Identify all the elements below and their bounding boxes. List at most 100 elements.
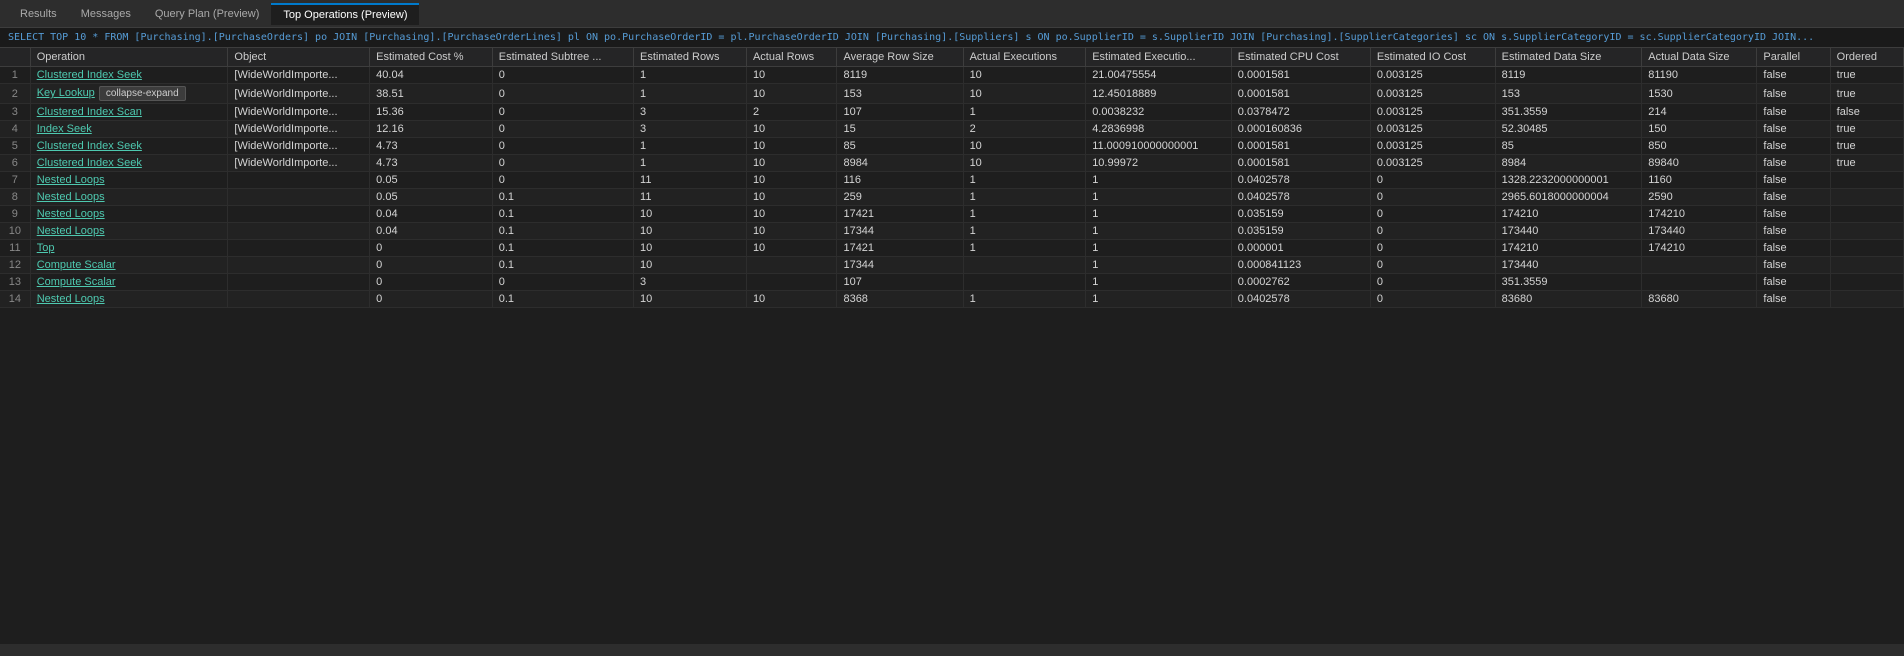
est-data-cell: 153 [1495,84,1642,104]
ordered-cell [1830,206,1903,223]
avg-row-size-cell: 15 [837,121,963,138]
actual-data-cell: 173440 [1642,223,1757,240]
col-object: Object [228,48,370,67]
est-rows-cell: 3 [634,274,747,291]
operation-link[interactable]: Nested Loops [37,191,105,203]
est-subtree-cell: 0 [492,155,633,172]
scrollbar[interactable] [0,644,1904,656]
operation-cell[interactable]: Clustered Index Seek [30,67,228,84]
operation-link[interactable]: Key Lookup [37,87,95,99]
row-num: 11 [0,240,30,257]
operation-cell[interactable]: Nested Loops [30,206,228,223]
avg-row-size-cell: 259 [837,189,963,206]
col-est-exec: Estimated Executio... [1086,48,1232,67]
operation-link[interactable]: Index Seek [37,123,92,135]
col-actual-exec: Actual Executions [963,48,1086,67]
actual-rows-cell: 10 [746,155,837,172]
actual-exec-cell [963,257,1086,274]
col-ordered: Ordered [1830,48,1903,67]
operation-link[interactable]: Compute Scalar [37,276,116,288]
operation-link[interactable]: Compute Scalar [37,259,116,271]
object-cell: [WideWorldImporte... [228,138,370,155]
col-parallel: Parallel [1757,48,1830,67]
est-cpu-cell: 0.035159 [1231,223,1370,240]
est-exec-cell: 10.99972 [1086,155,1232,172]
est-cpu-cell: 0.000001 [1231,240,1370,257]
actual-rows-cell [746,274,837,291]
actual-exec-cell: 10 [963,155,1086,172]
est-exec-cell: 1 [1086,257,1232,274]
row-num: 5 [0,138,30,155]
row-num: 2 [0,84,30,104]
operation-link[interactable]: Nested Loops [37,208,105,220]
object-cell [228,206,370,223]
ordered-cell [1830,172,1903,189]
est-cpu-cell: 0.035159 [1231,206,1370,223]
col-est-data: Estimated Data Size [1495,48,1642,67]
operation-cell[interactable]: Nested Loops [30,223,228,240]
col-actual-data: Actual Data Size [1642,48,1757,67]
operation-cell[interactable]: Top [30,240,228,257]
operation-cell[interactable]: Nested Loops [30,291,228,308]
operation-cell[interactable]: Nested Loops [30,172,228,189]
operation-cell[interactable]: Clustered Index Seek [30,155,228,172]
col-est-rows: Estimated Rows [634,48,747,67]
operation-link[interactable]: Top [37,242,55,254]
est-subtree-cell: 0.1 [492,240,633,257]
operation-cell[interactable]: Clustered Index Seek [30,138,228,155]
est-cost-cell: 0 [370,274,493,291]
avg-row-size-cell: 8984 [837,155,963,172]
operation-cell[interactable]: Compute Scalar [30,274,228,291]
object-cell [228,291,370,308]
avg-row-size-cell: 153 [837,84,963,104]
row-num: 10 [0,223,30,240]
operation-cell[interactable]: Clustered Index Scan [30,104,228,121]
tab-query-plan[interactable]: Query Plan (Preview) [143,4,272,24]
actual-exec-cell: 10 [963,67,1086,84]
tab-results[interactable]: Results [8,4,69,24]
est-cpu-cell: 0.0001581 [1231,155,1370,172]
object-cell: [WideWorldImporte... [228,84,370,104]
est-io-cell: 0 [1370,257,1495,274]
row-num: 6 [0,155,30,172]
operation-link[interactable]: Clustered Index Seek [37,157,142,169]
actual-data-cell: 214 [1642,104,1757,121]
operation-link[interactable]: Clustered Index Seek [37,140,142,152]
est-subtree-cell: 0.1 [492,291,633,308]
operation-link[interactable]: Nested Loops [37,225,105,237]
actual-rows-cell: 10 [746,67,837,84]
est-cost-cell: 0 [370,240,493,257]
operation-cell[interactable]: Nested Loops [30,189,228,206]
col-actual-rows: Actual Rows [746,48,837,67]
table-row: 13Compute Scalar00310710.00027620351.355… [0,274,1904,291]
collapse-button[interactable]: collapse-expand [99,86,186,101]
operation-link[interactable]: Clustered Index Scan [37,106,142,118]
operation-link[interactable]: Nested Loops [37,174,105,186]
est-rows-cell: 3 [634,104,747,121]
est-cost-cell: 0.04 [370,223,493,240]
actual-rows-cell: 10 [746,206,837,223]
actual-exec-cell: 1 [963,240,1086,257]
tab-top-operations[interactable]: Top Operations (Preview) [271,3,419,25]
actual-rows-cell: 10 [746,291,837,308]
actual-data-cell [1642,257,1757,274]
operation-cell[interactable]: Compute Scalar [30,257,228,274]
avg-row-size-cell: 85 [837,138,963,155]
actual-exec-cell: 10 [963,138,1086,155]
est-cpu-cell: 0.0402578 [1231,189,1370,206]
ordered-cell: true [1830,84,1903,104]
table-container[interactable]: Operation Object Estimated Cost % Estima… [0,48,1904,644]
est-exec-cell: 1 [1086,206,1232,223]
est-subtree-cell: 0 [492,121,633,138]
tab-messages[interactable]: Messages [69,4,143,24]
operation-link[interactable]: Nested Loops [37,293,105,305]
operation-cell[interactable]: Index Seek [30,121,228,138]
actual-data-cell: 83680 [1642,291,1757,308]
row-num: 14 [0,291,30,308]
est-cost-cell: 12.16 [370,121,493,138]
actual-rows-cell: 10 [746,223,837,240]
operation-link[interactable]: Clustered Index Seek [37,69,142,81]
parallel-cell: false [1757,67,1830,84]
operation-cell[interactable]: Key Lookup collapse-expand [30,84,228,104]
table-row: 6Clustered Index Seek[WideWorldImporte..… [0,155,1904,172]
